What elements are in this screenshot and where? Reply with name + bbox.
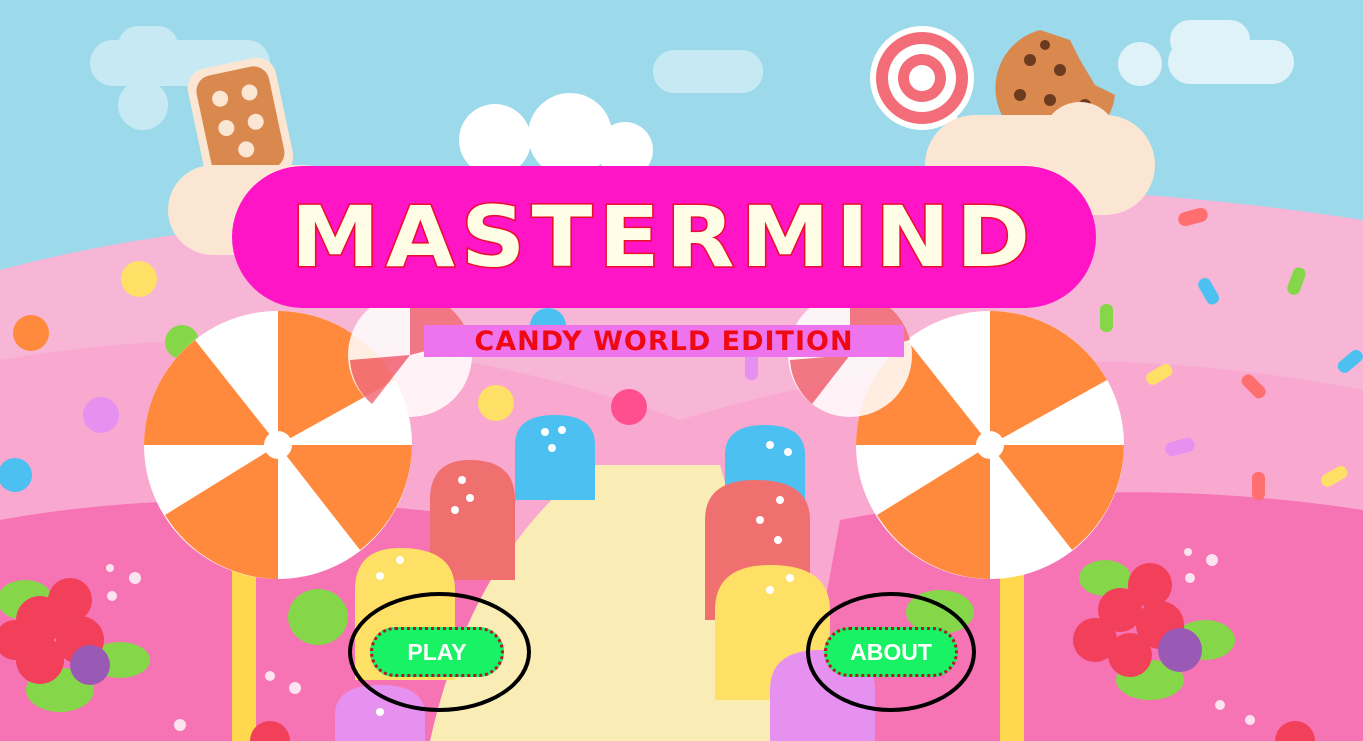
- play-button[interactable]: PLAY: [370, 627, 504, 677]
- subtitle-banner: CANDY WORLD EDITION: [424, 325, 904, 357]
- game-subtitle: CANDY WORLD EDITION: [474, 325, 854, 357]
- title-banner: MASTERMIND: [232, 166, 1096, 308]
- game-title: MASTERMIND: [290, 188, 1037, 286]
- about-button[interactable]: ABOUT: [824, 627, 958, 677]
- cloud-icon: [653, 50, 763, 93]
- candy-land-background: [0, 0, 1363, 741]
